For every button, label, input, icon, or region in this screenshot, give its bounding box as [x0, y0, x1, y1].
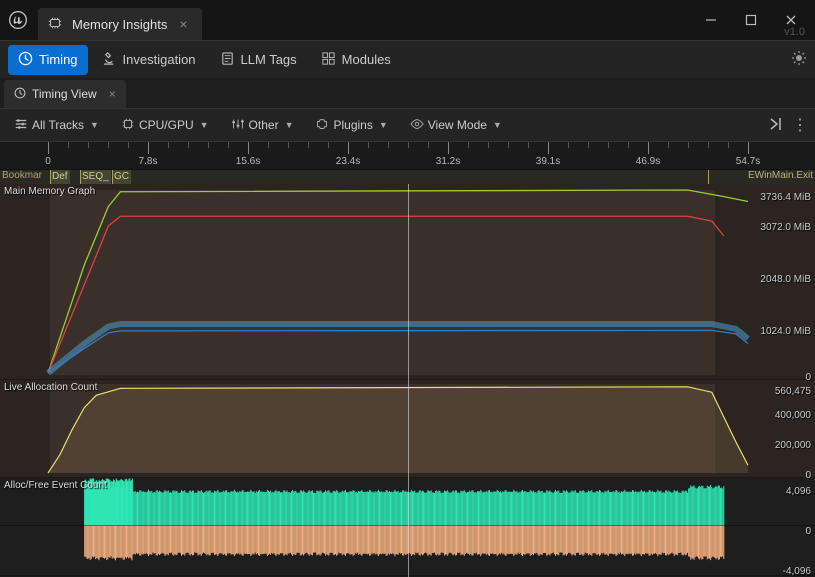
live-alloc-chart — [0, 380, 815, 477]
filter-other[interactable]: Other ▼ — [225, 113, 300, 138]
grid-icon — [321, 51, 336, 69]
y-tick-label: 200,000 — [775, 440, 811, 451]
y-tick-label: 0 — [805, 470, 811, 481]
y-tick-label: 3736.4 MiB — [760, 192, 811, 203]
maximize-button[interactable] — [731, 5, 771, 35]
filter-label: All Tracks — [32, 118, 84, 132]
bookmark-marker — [708, 170, 709, 184]
ruler-tick-label: 15.6s — [236, 156, 260, 167]
ruler-tick-label: 31.2s — [436, 156, 460, 167]
collapse-right-icon[interactable] — [768, 116, 784, 135]
tracks-icon — [14, 117, 28, 134]
ruler-tick-label: 0 — [45, 156, 51, 167]
filter-view-mode[interactable]: View Mode ▼ — [404, 113, 508, 138]
bookmark-item-right[interactable]: EWinMain.Exit — [748, 170, 813, 181]
y-tick-label: 1024.0 MiB — [760, 326, 811, 337]
tab-timing-view[interactable]: Timing View × — [4, 80, 126, 108]
ruler-tick-label: 7.8s — [139, 156, 158, 167]
version-label: v1.0 — [784, 26, 805, 38]
more-menu-icon[interactable]: ⋮ — [792, 115, 807, 135]
tab-investigation[interactable]: Investigation — [92, 45, 206, 75]
tab-investigation-label: Investigation — [123, 52, 196, 67]
tab-llm-tags-label: LLM Tags — [241, 52, 297, 67]
app-tab-title: Memory Insights — [72, 17, 167, 32]
bookmark-track[interactable]: Bookmar Def SEQ_ GC EWinMain.Exit — [0, 170, 815, 184]
bookmark-item[interactable]: SEQ_ — [80, 170, 111, 184]
view-tabs-row: Timing View × — [0, 78, 815, 108]
clock-icon — [14, 87, 26, 102]
bookmark-marker — [80, 170, 81, 184]
chevron-down-icon: ▼ — [90, 120, 99, 130]
notes-icon — [220, 51, 235, 69]
y-tick-label: 0 — [805, 526, 811, 537]
track-label: Alloc/Free Event Count — [4, 480, 107, 491]
tab-timing[interactable]: Timing — [8, 45, 88, 75]
ruler-tick-label: 23.4s — [336, 156, 360, 167]
chip-icon — [121, 117, 135, 134]
subtab-close-icon[interactable]: × — [109, 87, 116, 101]
eye-icon — [410, 117, 424, 134]
memory-chip-icon — [48, 16, 64, 32]
bookmark-marker — [50, 170, 51, 184]
minimize-button[interactable] — [691, 5, 731, 35]
main-toolbar: Timing Investigation LLM Tags Modules — [0, 40, 815, 78]
app-tab-close-icon[interactable]: × — [175, 16, 191, 32]
chevron-down-icon: ▼ — [200, 120, 209, 130]
sliders-icon — [231, 117, 245, 134]
ruler-tick-label: 39.1s — [536, 156, 560, 167]
y-tick-label: 4,096 — [786, 486, 811, 497]
track-alloc-free[interactable]: Alloc/Free Event Count 4,096 0 -4,096 — [0, 478, 815, 576]
y-tick-label: -4,096 — [783, 566, 811, 577]
filter-all-tracks[interactable]: All Tracks ▼ — [8, 113, 105, 138]
titlebar: Memory Insights × v1.0 — [0, 0, 815, 40]
filter-label: Plugins — [333, 118, 372, 132]
filter-right-tools: ⋮ — [768, 115, 807, 135]
ruler-tick-label: 46.9s — [636, 156, 660, 167]
microscope-icon — [102, 51, 117, 69]
chevron-down-icon: ▼ — [285, 120, 294, 130]
theme-toggle-icon[interactable] — [791, 50, 807, 69]
track-main-memory[interactable]: Main Memory Graph 3736.4 MiB 3072.0 MiB 20… — [0, 184, 815, 380]
filter-bar: All Tracks ▼ CPU/GPU ▼ Other ▼ Plugins ▼ Vie… — [0, 108, 815, 142]
y-tick-label: 2048.0 MiB — [760, 274, 811, 285]
ruler-tick-label: 54.7s — [736, 156, 760, 167]
plugin-icon — [315, 117, 329, 134]
y-tick-label: 0 — [805, 372, 811, 383]
filter-label: CPU/GPU — [139, 118, 194, 132]
unreal-logo-icon — [4, 6, 32, 34]
track-label: Live Allocation Count — [4, 382, 97, 393]
y-tick-label: 3072.0 MiB — [760, 222, 811, 233]
track-label: Main Memory Graph — [4, 186, 95, 197]
time-ruler[interactable]: 0 7.8s 15.6s 23.4s 31.2s 39.1s 46.9s 54.7s — [0, 142, 815, 170]
memory-chart — [0, 184, 815, 379]
filter-plugins[interactable]: Plugins ▼ — [309, 113, 393, 138]
app-tab[interactable]: Memory Insights × — [38, 8, 202, 40]
alloc-free-chart — [0, 478, 815, 575]
y-tick-label: 560,475 — [775, 386, 811, 397]
track-live-alloc[interactable]: Live Allocation Count 560,475 400,000 200,… — [0, 380, 815, 478]
bookmark-item[interactable]: Def — [50, 170, 70, 184]
bookmark-marker — [112, 170, 113, 184]
tab-modules-label: Modules — [342, 52, 391, 67]
bookmark-item[interactable]: GC — [112, 170, 131, 184]
subtab-title: Timing View — [32, 87, 97, 101]
tab-timing-label: Timing — [39, 52, 78, 67]
filter-label: Other — [249, 118, 279, 132]
tab-modules[interactable]: Modules — [311, 45, 401, 75]
filter-cpu-gpu[interactable]: CPU/GPU ▼ — [115, 113, 215, 138]
chevron-down-icon: ▼ — [493, 120, 502, 130]
filter-label: View Mode — [428, 118, 487, 132]
bookmark-track-label: Bookmar — [2, 170, 42, 181]
clock-icon — [18, 51, 33, 69]
tab-llm-tags[interactable]: LLM Tags — [210, 45, 307, 75]
y-tick-label: 400,000 — [775, 410, 811, 421]
chevron-down-icon: ▼ — [379, 120, 388, 130]
